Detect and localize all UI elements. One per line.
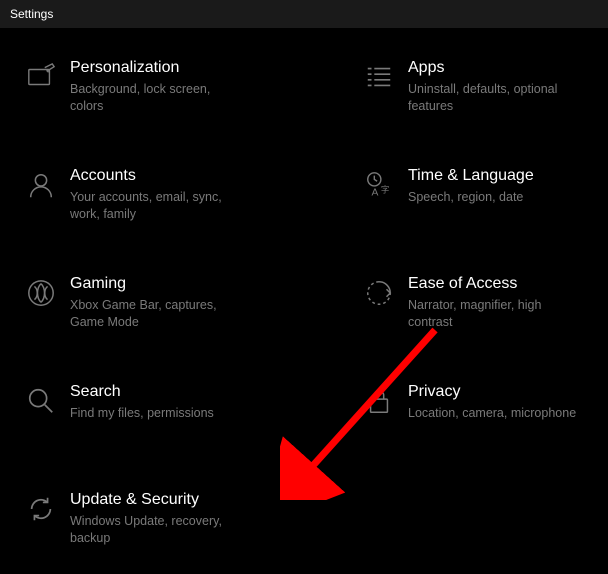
tile-title: Personalization [70, 58, 258, 79]
tile-title: Apps [408, 58, 596, 79]
tile-title: Ease of Access [408, 274, 596, 295]
tile-desc: Location, camera, microphone [408, 405, 583, 422]
privacy-icon [350, 382, 408, 460]
tile-desc: Background, lock screen, colors [70, 81, 245, 115]
tile-time-language[interactable]: A 字 Time & Language Speech, region, date [350, 160, 608, 250]
tile-title: Accounts [70, 166, 258, 187]
tile-desc: Uninstall, defaults, optional features [408, 81, 583, 115]
tile-desc: Xbox Game Bar, captures, Game Mode [70, 297, 245, 331]
gaming-icon [12, 274, 70, 352]
settings-grid: Personalization Background, lock screen,… [0, 28, 608, 574]
tile-privacy[interactable]: Privacy Location, camera, microphone [350, 376, 608, 466]
tile-desc: Find my files, permissions [70, 405, 245, 422]
tile-title: Time & Language [408, 166, 596, 187]
tile-update-security[interactable]: Update & Security Windows Update, recove… [12, 484, 292, 574]
tile-title: Search [70, 382, 258, 403]
tile-title: Update & Security [70, 490, 280, 511]
tile-title: Privacy [408, 382, 596, 403]
tile-apps[interactable]: Apps Uninstall, defaults, optional featu… [350, 52, 608, 142]
time-language-icon: A 字 [350, 166, 408, 244]
tile-ease-of-access[interactable]: Ease of Access Narrator, magnifier, high… [350, 268, 608, 358]
tile-desc: Speech, region, date [408, 189, 583, 206]
tile-desc: Narrator, magnifier, high contrast [408, 297, 583, 331]
tile-title: Gaming [70, 274, 258, 295]
tile-desc: Windows Update, recovery, backup [70, 513, 245, 547]
accounts-icon [12, 166, 70, 244]
tile-desc: Your accounts, email, sync, work, family [70, 189, 245, 223]
search-icon [12, 382, 70, 460]
window-titlebar: Settings [0, 0, 608, 28]
tile-personalization[interactable]: Personalization Background, lock screen,… [12, 52, 270, 142]
window-title: Settings [10, 7, 53, 21]
apps-icon [350, 58, 408, 136]
update-security-icon [12, 490, 70, 568]
tile-accounts[interactable]: Accounts Your accounts, email, sync, wor… [12, 160, 270, 250]
personalization-icon [12, 58, 70, 136]
ease-of-access-icon [350, 274, 408, 352]
svg-text:字: 字 [381, 185, 389, 195]
tile-gaming[interactable]: Gaming Xbox Game Bar, captures, Game Mod… [12, 268, 270, 358]
tile-search[interactable]: Search Find my files, permissions [12, 376, 270, 466]
svg-text:A: A [372, 187, 379, 198]
